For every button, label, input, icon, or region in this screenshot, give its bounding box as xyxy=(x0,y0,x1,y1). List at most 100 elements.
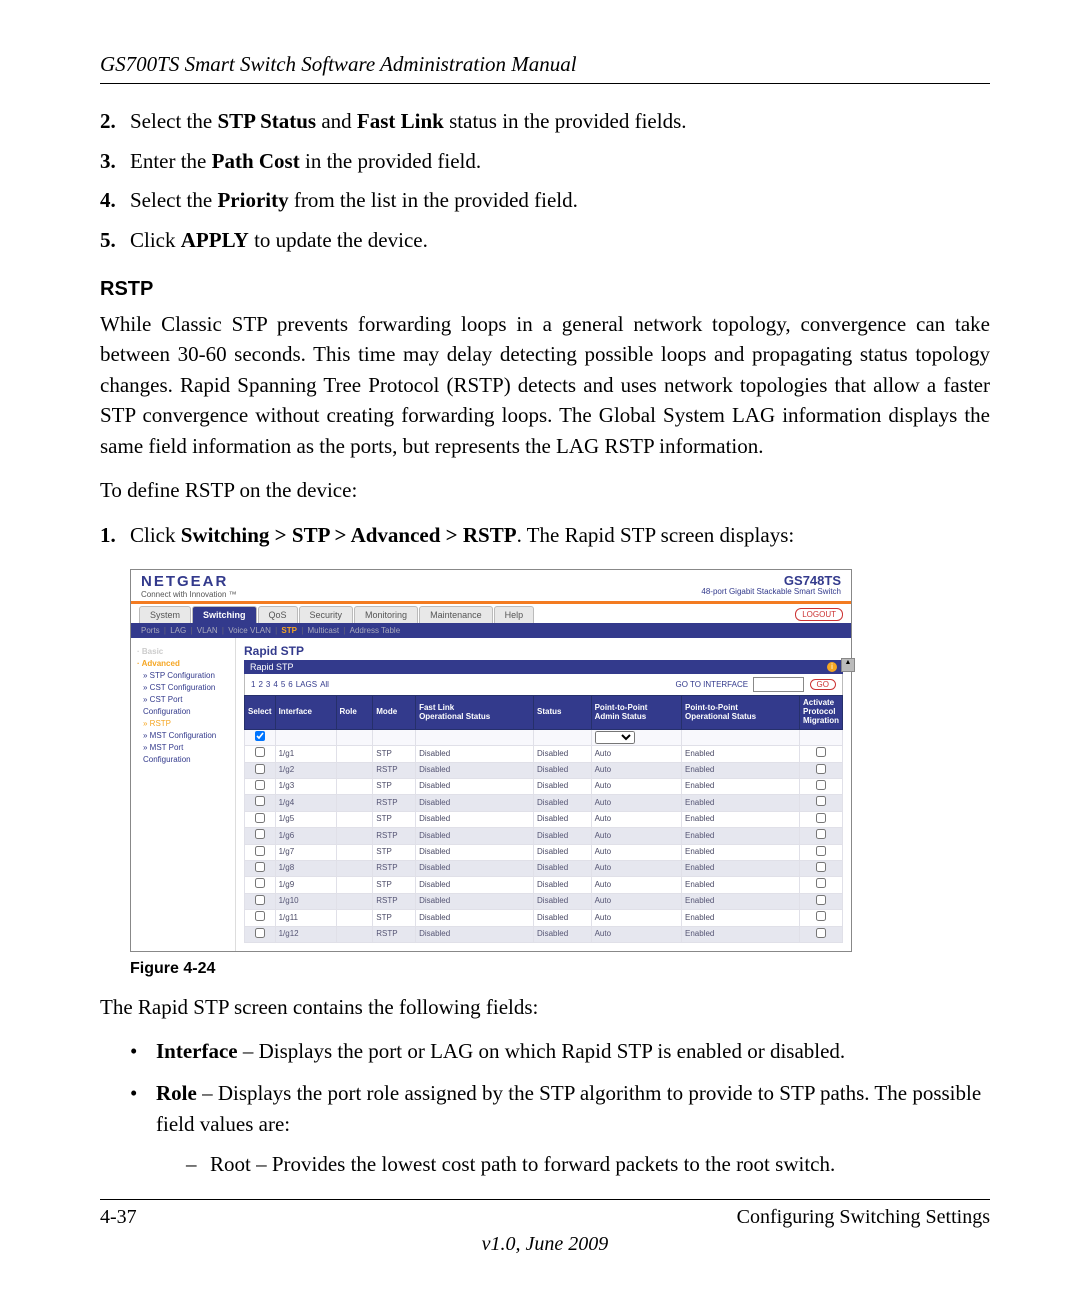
pager-page-4[interactable]: 4 xyxy=(273,680,277,689)
subtab-voice-vlan[interactable]: Voice VLAN xyxy=(228,626,271,635)
subtab-vlan[interactable]: VLAN xyxy=(197,626,218,635)
rstp-intro-line: To define RSTP on the device: xyxy=(100,475,990,505)
main-tabs: SystemSwitchingQoSSecurityMonitoringMain… xyxy=(131,604,851,623)
field-bullet: Role – Displays the port role assigned b… xyxy=(130,1078,990,1181)
step-text: Select the Priority from the list in the… xyxy=(130,185,578,217)
nav-link-mst-configuration[interactable]: » MST Configuration xyxy=(137,730,229,742)
select-all-checkbox[interactable] xyxy=(255,731,265,741)
step-number: 1. xyxy=(100,520,130,552)
table-row: 1/g10RSTPDisabledDisabledAutoEnabled xyxy=(245,893,843,909)
subtab-stp[interactable]: STP xyxy=(281,626,297,635)
migration-checkbox[interactable] xyxy=(816,878,826,888)
col-point-to-point-operational-status: Point-to-PointOperational Status xyxy=(682,696,800,729)
nav-group-basic[interactable]: · Basic xyxy=(137,646,229,658)
table-row: 1/g6RSTPDisabledDisabledAutoEnabled xyxy=(245,828,843,844)
goto-label: GO TO INTERFACE xyxy=(675,680,748,689)
table-row: 1/g1STPDisabledDisabledAutoEnabled xyxy=(245,746,843,762)
step-number: 4. xyxy=(100,185,130,217)
tab-system[interactable]: System xyxy=(139,606,191,623)
row-select-checkbox[interactable] xyxy=(255,862,265,872)
migration-checkbox[interactable] xyxy=(816,796,826,806)
subtab-multicast[interactable]: Multicast xyxy=(308,626,340,635)
table-row: 1/g3STPDisabledDisabledAutoEnabled xyxy=(245,778,843,794)
row-select-checkbox[interactable] xyxy=(255,829,265,839)
pager-lags[interactable]: LAGS xyxy=(296,680,317,689)
table-filter-row xyxy=(245,729,843,745)
subtab-lag[interactable]: LAG xyxy=(170,626,186,635)
field-bullet: Interface – Displays the port or LAG on … xyxy=(130,1036,990,1068)
migration-checkbox[interactable] xyxy=(816,780,826,790)
migration-checkbox[interactable] xyxy=(816,764,826,774)
field-sub-bullet: Root – Provides the lowest cost path to … xyxy=(186,1149,990,1181)
tab-switching[interactable]: Switching xyxy=(192,606,257,623)
nav-link-cst-port-configuration[interactable]: » CST Port Configuration xyxy=(137,694,229,718)
migration-checkbox[interactable] xyxy=(816,862,826,872)
goto-interface-input[interactable] xyxy=(753,677,804,692)
row-select-checkbox[interactable] xyxy=(255,796,265,806)
row-select-checkbox[interactable] xyxy=(255,878,265,888)
nav-link-stp-configuration[interactable]: » STP Configuration xyxy=(137,670,229,682)
table-row: 1/g7STPDisabledDisabledAutoEnabled xyxy=(245,844,843,860)
step1-list: 1. Click Switching > STP > Advanced > RS… xyxy=(100,520,990,552)
table-row: 1/g9STPDisabledDisabledAutoEnabled xyxy=(245,877,843,893)
model-desc: 48-port Gigabit Stackable Smart Switch xyxy=(701,588,841,597)
nav-group-advanced[interactable]: · Advanced xyxy=(137,658,229,670)
migration-checkbox[interactable] xyxy=(816,846,826,856)
step-number: 2. xyxy=(100,106,130,138)
panel-sub-label: Rapid STP xyxy=(250,662,294,672)
row-select-checkbox[interactable] xyxy=(255,764,265,774)
nav-link-mst-port-configuration[interactable]: » MST Port Configuration xyxy=(137,742,229,766)
logout-button[interactable]: LOGOUT xyxy=(795,608,843,621)
page-number: 4-37 xyxy=(100,1206,137,1229)
subtab-ports[interactable]: Ports xyxy=(141,626,160,635)
pager-all[interactable]: All xyxy=(320,680,329,689)
migration-checkbox[interactable] xyxy=(816,895,826,905)
subtab-address-table[interactable]: Address Table xyxy=(350,626,401,635)
figure-caption: Figure 4-24 xyxy=(130,960,990,978)
table-row: 1/g12RSTPDisabledDisabledAutoEnabled xyxy=(245,926,843,942)
sub-tabs: Ports | LAG | VLAN | Voice VLAN | STP | … xyxy=(131,623,851,638)
col-mode: Mode xyxy=(373,696,416,729)
panel-subheader: Rapid STP i xyxy=(244,660,843,674)
left-nav: · Basic· Advanced» STP Configuration» CS… xyxy=(131,638,236,950)
steps-list: 2.Select the STP Status and Fast Link st… xyxy=(100,106,990,256)
info-icon[interactable]: i xyxy=(827,662,837,672)
field-bullets: Interface – Displays the port or LAG on … xyxy=(130,1036,990,1180)
pager-page-3[interactable]: 3 xyxy=(266,680,270,689)
pager-page-2[interactable]: 2 xyxy=(258,680,262,689)
footer-rule xyxy=(100,1199,990,1200)
page-footer: 4-37 Configuring Switching Settings v1.0… xyxy=(100,1187,990,1256)
pager-page-1[interactable]: 1 xyxy=(251,680,255,689)
row-select-checkbox[interactable] xyxy=(255,928,265,938)
migration-checkbox[interactable] xyxy=(816,747,826,757)
tab-monitoring[interactable]: Monitoring xyxy=(354,606,418,623)
tab-qos[interactable]: QoS xyxy=(258,606,298,623)
migration-checkbox[interactable] xyxy=(816,829,826,839)
nav-link-cst-configuration[interactable]: » CST Configuration xyxy=(137,682,229,694)
pager-page-5[interactable]: 5 xyxy=(281,680,285,689)
table-row: 1/g11STPDisabledDisabledAutoEnabled xyxy=(245,910,843,926)
row-select-checkbox[interactable] xyxy=(255,747,265,757)
tab-maintenance[interactable]: Maintenance xyxy=(419,606,493,623)
migration-checkbox[interactable] xyxy=(816,928,826,938)
pager-page-6[interactable]: 6 xyxy=(288,680,292,689)
row-select-checkbox[interactable] xyxy=(255,895,265,905)
tab-help[interactable]: Help xyxy=(494,606,535,623)
go-button[interactable]: GO xyxy=(810,679,836,690)
rstp-heading: RSTP xyxy=(100,278,990,301)
col-point-to-point-admin-status: Point-to-PointAdmin Status xyxy=(591,696,681,729)
scroll-up-icon[interactable]: ▲ xyxy=(841,658,855,672)
row-select-checkbox[interactable] xyxy=(255,780,265,790)
admin-status-filter[interactable] xyxy=(595,731,635,744)
step-text: Click APPLY to update the device. xyxy=(130,225,428,257)
nav-link-rstp[interactable]: » RSTP xyxy=(137,718,229,730)
table-row: 1/g2RSTPDisabledDisabledAutoEnabled xyxy=(245,762,843,778)
fields-intro: The Rapid STP screen contains the follow… xyxy=(100,992,990,1022)
row-select-checkbox[interactable] xyxy=(255,846,265,856)
model-number: GS748TS xyxy=(701,574,841,588)
migration-checkbox[interactable] xyxy=(816,911,826,921)
row-select-checkbox[interactable] xyxy=(255,911,265,921)
migration-checkbox[interactable] xyxy=(816,813,826,823)
tab-security[interactable]: Security xyxy=(299,606,354,623)
row-select-checkbox[interactable] xyxy=(255,813,265,823)
